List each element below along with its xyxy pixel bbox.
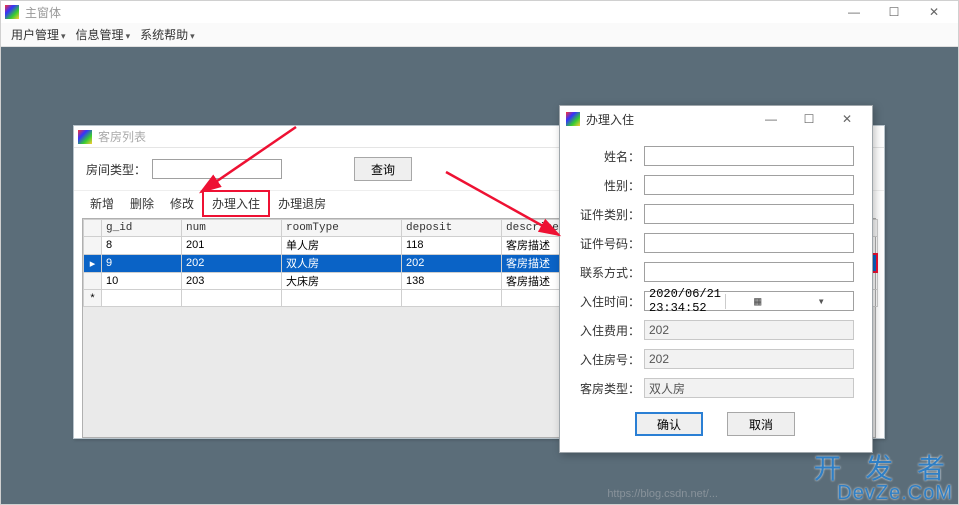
dialog-maximize-button[interactable]: ☐ (790, 109, 828, 129)
cell-empty[interactable] (182, 290, 282, 307)
main-titlebar: 主窗体 — ☐ ✕ (1, 1, 958, 23)
row-header (84, 272, 102, 290)
idtype-label: 证件类别： (576, 206, 640, 223)
checkin-datetime-picker[interactable]: 2020/06/21 23:34:52 ▦ ▾ (644, 291, 854, 311)
checkin-datetime-value: 2020/06/21 23:34:52 (645, 287, 725, 315)
app-icon (5, 5, 19, 19)
footer-url: https://blog.csdn.net/... (607, 488, 718, 500)
row-header-col (84, 220, 102, 237)
query-button[interactable]: 查询 (354, 157, 412, 181)
tb-checkout[interactable]: 办理退房 (270, 192, 334, 215)
mdi-client-area: 客房列表 房间类型： 查询 新增 删除 修改 办理入住 办理退房 (1, 47, 958, 504)
cell-empty[interactable] (282, 290, 402, 307)
contact-input[interactable] (644, 262, 854, 282)
name-label: 姓名： (576, 148, 640, 165)
close-button[interactable]: ✕ (914, 2, 954, 22)
row-header: ▸ (84, 254, 102, 272)
main-title: 主窗体 (25, 4, 834, 21)
checkin-time-label: 入住时间： (576, 293, 640, 310)
menu-help[interactable]: 系统帮助▾ (136, 24, 199, 45)
cancel-button[interactable]: 取消 (727, 412, 795, 436)
col-num[interactable]: num (182, 220, 282, 237)
idtype-input[interactable] (644, 204, 854, 224)
cell-empty[interactable] (102, 290, 182, 307)
cell-deposit[interactable]: 138 (402, 272, 502, 290)
fee-input (644, 320, 854, 340)
dialog-close-button[interactable]: ✕ (828, 109, 866, 129)
new-row-header: * (84, 290, 102, 307)
cell-roomType[interactable]: 双人房 (282, 254, 402, 272)
idno-label: 证件号码： (576, 235, 640, 252)
cell-g_id[interactable]: 8 (102, 237, 182, 255)
calendar-icon[interactable]: ▦ (725, 294, 790, 309)
contact-label: 联系方式： (576, 264, 640, 281)
tb-add[interactable]: 新增 (82, 192, 122, 215)
idno-input[interactable] (644, 233, 854, 253)
cell-roomType[interactable]: 单人房 (282, 237, 402, 255)
roomtype-label: 客房类型： (576, 380, 640, 397)
col-deposit[interactable]: deposit (402, 220, 502, 237)
cell-g_id[interactable]: 9 (102, 254, 182, 272)
col-roomtype[interactable]: roomType (282, 220, 402, 237)
row-header (84, 237, 102, 255)
dropdown-icon[interactable]: ▾ (790, 294, 854, 309)
col-gid[interactable]: g_id (102, 220, 182, 237)
main-window: 主窗体 — ☐ ✕ 用户管理▾ 信息管理▾ 系统帮助▾ 客房列表 房间类型： 查… (0, 0, 959, 505)
dialog-icon (566, 112, 580, 126)
menubar: 用户管理▾ 信息管理▾ 系统帮助▾ (1, 23, 958, 47)
ok-button[interactable]: 确认 (635, 412, 703, 436)
name-input[interactable] (644, 146, 854, 166)
roomno-label: 入住房号： (576, 351, 640, 368)
cell-g_id[interactable]: 10 (102, 272, 182, 290)
dialog-body: 姓名： 性别： 证件类别： 证件号码： 联系方式： 入住时间： 2020/06/… (560, 132, 872, 446)
cell-deposit[interactable]: 118 (402, 237, 502, 255)
cell-deposit[interactable]: 202 (402, 254, 502, 272)
maximize-button[interactable]: ☐ (874, 2, 914, 22)
room-type-label: 房间类型： (86, 161, 146, 178)
minimize-button[interactable]: — (834, 2, 874, 22)
dialog-titlebar: 办理入住 — ☐ ✕ (560, 106, 872, 132)
dialog-buttons: 确认 取消 (576, 412, 854, 436)
room-type-input[interactable] (152, 159, 282, 179)
checkin-dialog: 办理入住 — ☐ ✕ 姓名： 性别： 证件类别： 证件号码： 联系方式： 入住时… (559, 105, 873, 453)
tb-delete[interactable]: 删除 (122, 192, 162, 215)
tb-edit[interactable]: 修改 (162, 192, 202, 215)
sex-label: 性别： (576, 177, 640, 194)
menu-info[interactable]: 信息管理▾ (72, 24, 135, 45)
cell-num[interactable]: 202 (182, 254, 282, 272)
roomtype-input (644, 378, 854, 398)
dialog-minimize-button[interactable]: — (752, 109, 790, 129)
cell-roomType[interactable]: 大床房 (282, 272, 402, 290)
cell-num[interactable]: 201 (182, 237, 282, 255)
dialog-title: 办理入住 (586, 111, 752, 128)
tb-checkin[interactable]: 办理入住 (202, 190, 270, 217)
child-icon (78, 130, 92, 144)
cell-num[interactable]: 203 (182, 272, 282, 290)
menu-user[interactable]: 用户管理▾ (7, 24, 70, 45)
fee-label: 入住费用： (576, 322, 640, 339)
roomno-input (644, 349, 854, 369)
cell-empty[interactable] (402, 290, 502, 307)
sex-input[interactable] (644, 175, 854, 195)
